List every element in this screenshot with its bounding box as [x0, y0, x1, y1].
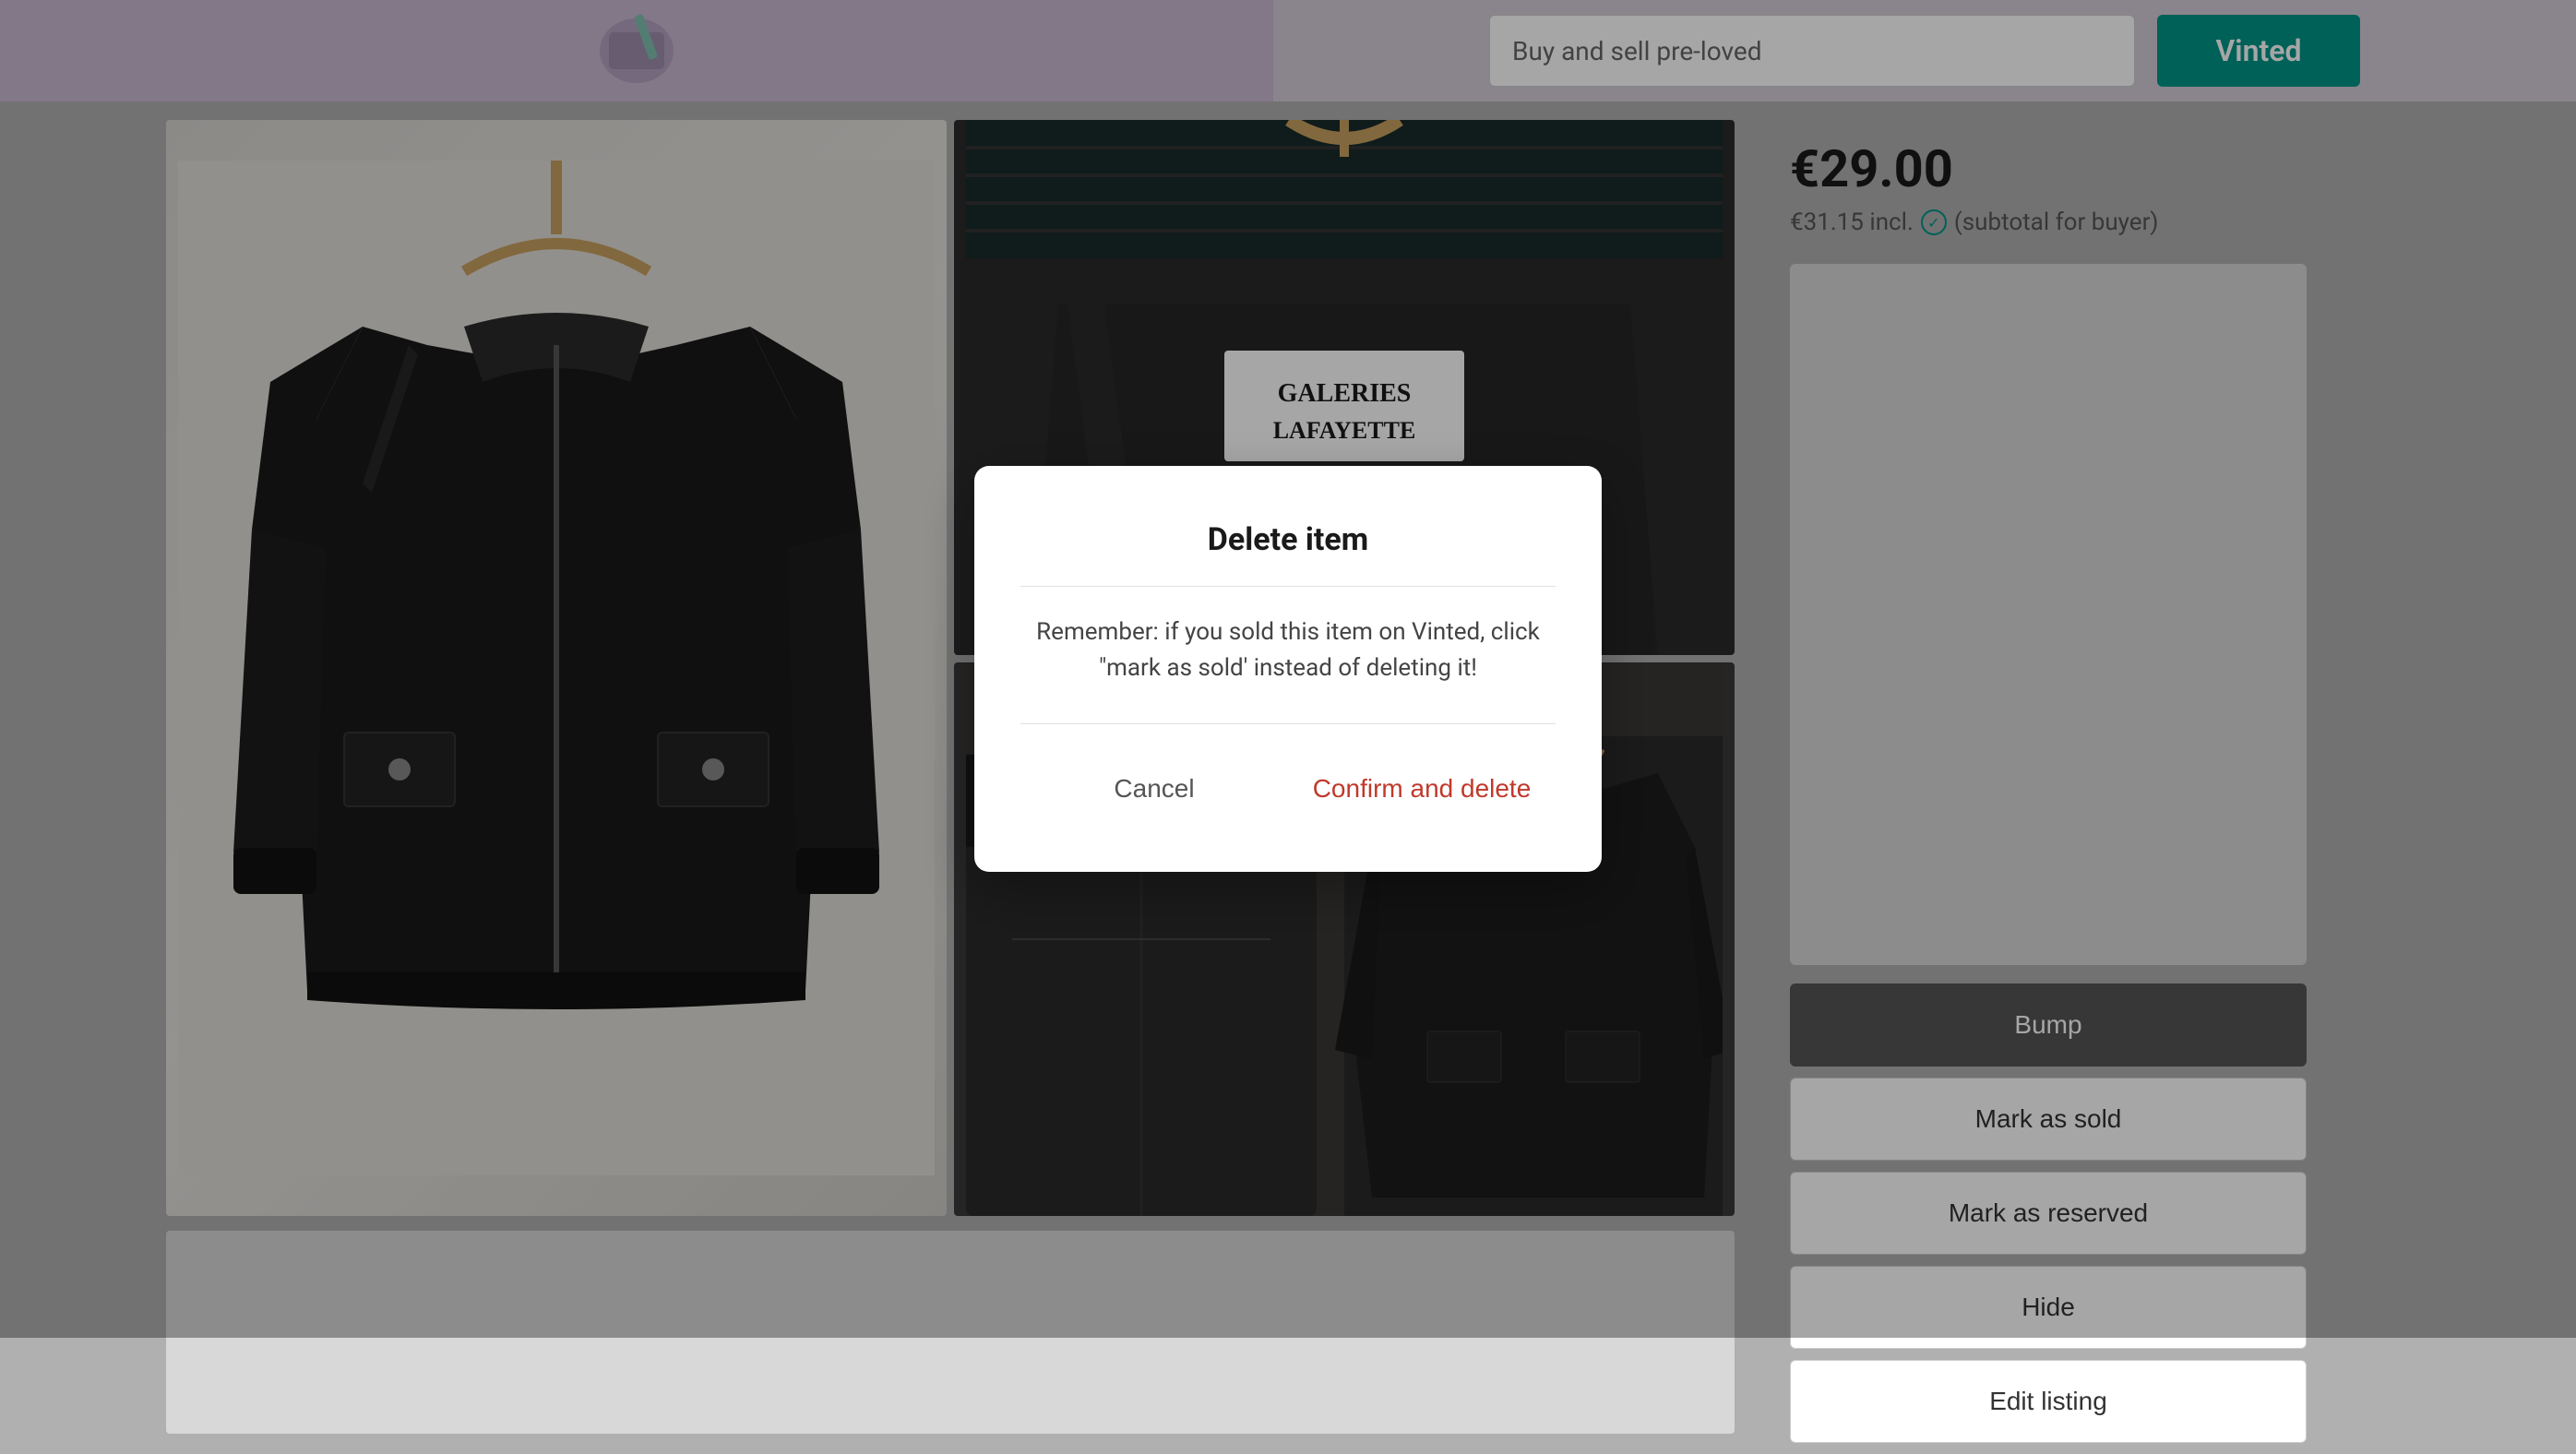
- modal-divider: [1020, 586, 1556, 587]
- edit-listing-button[interactable]: Edit listing: [1790, 1360, 2307, 1443]
- modal-body: Remember: if you sold this item on Vinte…: [1020, 614, 1556, 686]
- cancel-button[interactable]: Cancel: [1020, 752, 1288, 826]
- modal-overlay[interactable]: Delete item Remember: if you sold this i…: [0, 0, 2576, 1338]
- delete-modal: Delete item Remember: if you sold this i…: [974, 466, 1602, 872]
- modal-actions: Cancel Confirm and delete: [1020, 723, 1556, 826]
- confirm-delete-button[interactable]: Confirm and delete: [1288, 752, 1556, 826]
- modal-title: Delete item: [1020, 521, 1556, 558]
